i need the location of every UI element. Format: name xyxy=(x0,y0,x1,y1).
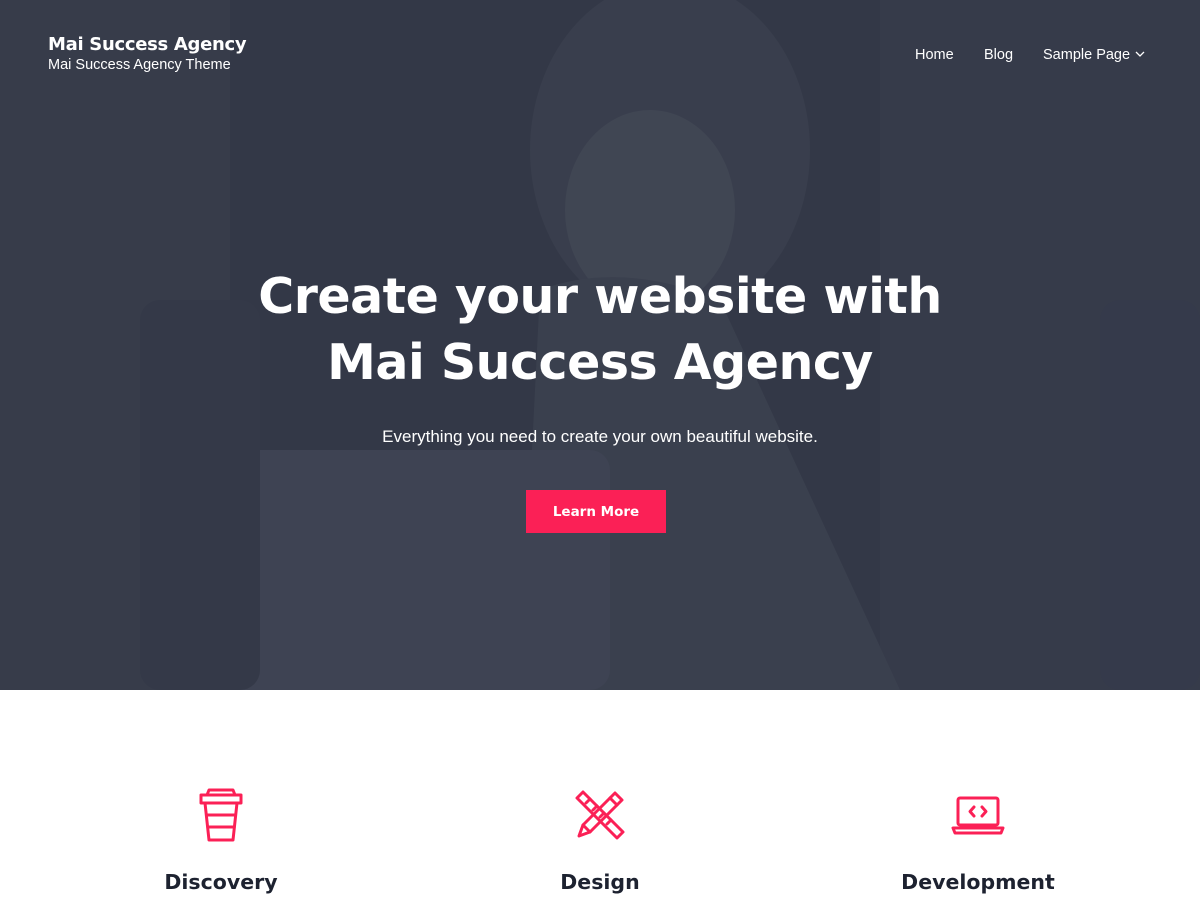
main-nav: Home Blog Sample Page xyxy=(0,47,1200,67)
hero-heading-line2: Mai Success Agency xyxy=(327,334,873,391)
nav-item-sample-page[interactable]: Sample Page xyxy=(1043,47,1145,63)
feature-title-development: Development xyxy=(901,870,1055,894)
feature-development: Development xyxy=(828,788,1128,894)
hero-section: Mai Success Agency Mai Success Agency Th… xyxy=(0,0,1200,690)
feature-design: Design xyxy=(450,788,750,894)
nav-item-blog[interactable]: Blog xyxy=(984,47,1013,63)
feature-discovery: Discovery xyxy=(71,788,371,894)
chevron-down-icon[interactable] xyxy=(1135,51,1145,57)
hero-heading: Create your website with Mai Success Age… xyxy=(0,264,1200,396)
nav-item-sample-page-label: Sample Page xyxy=(1043,47,1131,63)
coffee-cup-icon xyxy=(199,788,243,842)
laptop-code-icon xyxy=(951,796,1005,835)
pencil-ruler-icon xyxy=(575,790,625,840)
feature-title-design: Design xyxy=(560,870,640,894)
feature-title-discovery: Discovery xyxy=(164,870,278,894)
learn-more-button[interactable]: Learn More xyxy=(526,490,666,533)
hero-subheading: Everything you need to create your own b… xyxy=(382,427,818,446)
hero-heading-line1: Create your website with xyxy=(258,268,942,325)
nav-item-home[interactable]: Home xyxy=(915,47,954,63)
